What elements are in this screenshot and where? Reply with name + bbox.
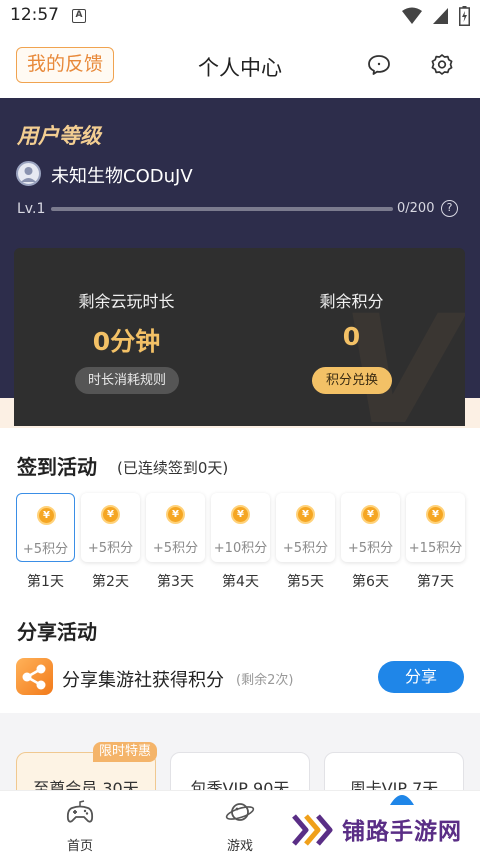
limited-offer-badge: 限时特惠 bbox=[93, 742, 157, 762]
checkin-day-points: +5积分 bbox=[347, 541, 394, 556]
remaining-time-column: 剩余云玩时长 0分钟 时长消耗规则 bbox=[14, 248, 239, 426]
xp-count: 0/200 bbox=[397, 201, 435, 216]
checkin-day-label: 第3天 bbox=[157, 574, 194, 590]
share-remaining: (剩余2次) bbox=[236, 673, 294, 688]
status-bar: 12:57 A bbox=[0, 0, 480, 32]
share-description: 分享集游社获得积分 bbox=[62, 670, 224, 691]
avatar[interactable] bbox=[16, 161, 41, 186]
points-exchange-button[interactable]: 积分兑换 bbox=[312, 367, 392, 394]
vip-card-name: 周卡VIP 7天 bbox=[349, 779, 439, 790]
checkin-streak: (已连续签到0天) bbox=[117, 459, 229, 477]
checkin-day-3[interactable]: ¥ +5积分 bbox=[146, 493, 205, 562]
site-watermark: 铺路手游网 bbox=[292, 808, 472, 852]
status-time: 12:57 bbox=[10, 5, 59, 25]
gamepad-icon bbox=[66, 800, 94, 823]
remaining-time-label: 剩余云玩时长 bbox=[78, 292, 175, 311]
wifi-icon bbox=[402, 7, 422, 24]
tab-games[interactable]: 游戏 bbox=[200, 791, 280, 855]
checkin-day-points: +10积分 bbox=[213, 541, 268, 556]
remaining-points-value: 0 bbox=[342, 322, 361, 351]
checkin-day-label: 第4天 bbox=[222, 574, 259, 590]
checkin-day-points: +5积分 bbox=[22, 542, 69, 557]
planet-icon bbox=[225, 803, 255, 821]
checkin-title: 签到活动 bbox=[17, 455, 97, 479]
coin-icon: ¥ bbox=[37, 506, 56, 525]
coin-icon: ¥ bbox=[231, 505, 250, 524]
user-level-panel: 用户等级 未知生物CODuJV Lv.1 0/200 ? V 剩余云玩时长 0分… bbox=[0, 98, 480, 428]
xp-progress-bar bbox=[51, 207, 393, 211]
coin-icon: ¥ bbox=[296, 505, 315, 524]
share-title: 分享活动 bbox=[17, 620, 97, 644]
vip-plans: 至尊会员 30天 包季VIP 90天 周卡VIP 7天 限时特惠 bbox=[0, 713, 480, 790]
balance-card: V 剩余云玩时长 0分钟 时长消耗规则 剩余积分 0 积分兑换 bbox=[14, 248, 465, 426]
tab-games-label: 游戏 bbox=[226, 839, 253, 854]
coin-icon: ¥ bbox=[361, 505, 380, 524]
checkin-day-6[interactable]: ¥ +5积分 bbox=[341, 493, 400, 562]
settings-gear-icon[interactable] bbox=[429, 52, 455, 78]
checkin-day-2[interactable]: ¥ +5积分 bbox=[81, 493, 140, 562]
tab-partial-icon bbox=[390, 795, 414, 805]
share-button[interactable]: 分享 bbox=[378, 661, 464, 693]
vip-card-name: 至尊会员 30天 bbox=[33, 779, 139, 790]
username: 未知生物CODuJV bbox=[51, 166, 193, 187]
my-feedback-button[interactable]: 我的反馈 bbox=[16, 47, 114, 83]
coin-icon: ¥ bbox=[101, 505, 120, 524]
battery-icon bbox=[459, 6, 470, 26]
tab-home-label: 首页 bbox=[66, 839, 93, 854]
checkin-day-points: +5积分 bbox=[282, 541, 329, 556]
checkin-day-label: 第5天 bbox=[287, 574, 324, 590]
chat-bubble-icon[interactable] bbox=[366, 52, 392, 78]
checkin-day-1[interactable]: ¥ +5积分 bbox=[16, 493, 75, 562]
remaining-points-column: 剩余积分 0 积分兑换 bbox=[239, 248, 464, 426]
remaining-points-label: 剩余积分 bbox=[319, 292, 384, 311]
avatar-icon bbox=[21, 167, 36, 182]
checkin-day-label: 第6天 bbox=[352, 574, 389, 590]
checkin-day-label: 第1天 bbox=[27, 574, 64, 590]
level-label: Lv.1 bbox=[17, 201, 46, 217]
checkin-day-points: +15积分 bbox=[408, 541, 463, 556]
remaining-time-value: 0分钟 bbox=[92, 327, 161, 356]
coin-icon: ¥ bbox=[426, 505, 445, 524]
vip-card-name: 包季VIP 90天 bbox=[190, 779, 290, 790]
vip-card-quarter[interactable]: 包季VIP 90天 bbox=[170, 752, 310, 790]
share-icon bbox=[16, 658, 53, 695]
tab-home[interactable]: 首页 bbox=[40, 791, 120, 855]
activities-section: 签到活动 (已连续签到0天) ¥ +5积分第1天 ¥ +5积分第2天 ¥ +5积分第3天 ¥… bbox=[0, 428, 480, 713]
header: 我的反馈 个人中心 bbox=[0, 32, 480, 98]
checkin-day-4[interactable]: ¥ +10积分 bbox=[211, 493, 270, 562]
coin-icon: ¥ bbox=[166, 505, 185, 524]
checkin-day-5[interactable]: ¥ +5积分 bbox=[276, 493, 335, 562]
checkin-day-label: 第2天 bbox=[92, 574, 129, 590]
checkin-day-7[interactable]: ¥ +15积分 bbox=[406, 493, 465, 562]
signal-icon bbox=[433, 8, 448, 24]
checkin-day-label: 第7天 bbox=[417, 574, 454, 590]
time-rules-button[interactable]: 时长消耗规则 bbox=[75, 367, 179, 394]
checkin-day-points: +5积分 bbox=[87, 541, 134, 556]
share-nodes-icon bbox=[22, 664, 46, 690]
help-icon[interactable]: ? bbox=[441, 200, 458, 217]
checkin-day-points: +5积分 bbox=[152, 541, 199, 556]
vip-card-week[interactable]: 周卡VIP 7天 bbox=[324, 752, 464, 790]
watermark-logo-icon bbox=[292, 814, 333, 846]
user-level-title: 用户等级 bbox=[17, 124, 101, 148]
notification-a-icon: A bbox=[72, 9, 86, 23]
watermark-text: 铺路手游网 bbox=[342, 819, 462, 845]
